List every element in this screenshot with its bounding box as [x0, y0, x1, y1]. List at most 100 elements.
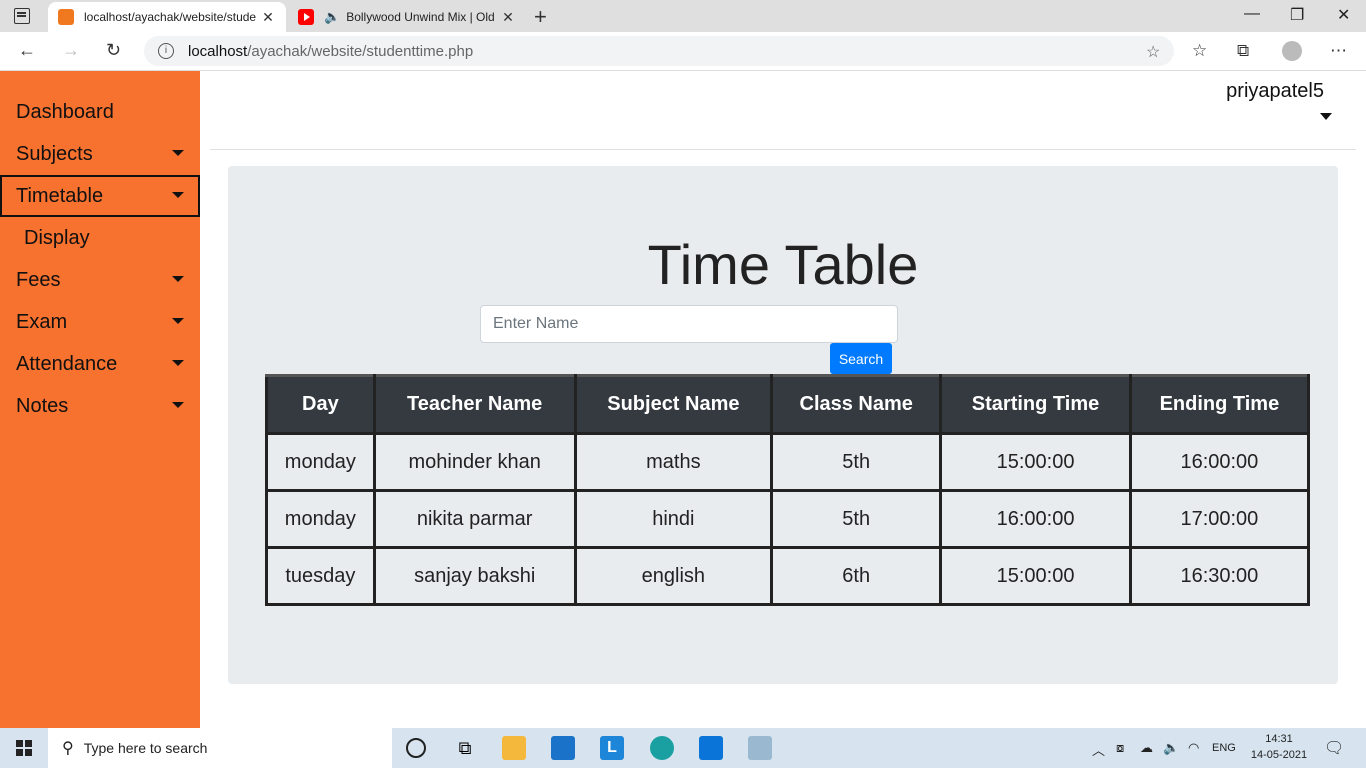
- task-view-icon[interactable]: ⧉: [453, 736, 477, 760]
- notepad-icon[interactable]: [748, 736, 772, 760]
- caret-down-icon: [172, 360, 184, 366]
- tab-actions-icon[interactable]: [14, 8, 30, 24]
- collections-icon[interactable]: ⧉: [1237, 41, 1249, 61]
- wifi-icon[interactable]: ◠: [1188, 740, 1199, 756]
- mail-icon[interactable]: [551, 736, 575, 760]
- table-cell: 5th: [770, 489, 943, 549]
- column-header: Starting Time: [939, 374, 1132, 435]
- user-dropdown-caret-icon[interactable]: [1320, 113, 1332, 120]
- forward-icon[interactable]: →: [62, 40, 80, 61]
- caret-down-icon: [172, 318, 184, 324]
- tab-close-icon[interactable]: ✕: [500, 9, 516, 26]
- sidebar-item-label: Subjects: [16, 143, 93, 165]
- table-cell: nikita parmar: [372, 489, 577, 549]
- cortana-icon[interactable]: [406, 738, 426, 758]
- notifications-icon[interactable]: 🗨: [1324, 738, 1344, 758]
- table-row: monday nikita parmar hindi 5th 16:00:00 …: [265, 489, 1311, 549]
- sidebar-item-fees[interactable]: Fees: [0, 259, 200, 301]
- url-field[interactable]: i localhost/ayachak/website/studenttime.…: [144, 36, 1174, 66]
- xampp-favicon-icon: [58, 9, 74, 25]
- sidebar-item-label: Attendance: [16, 353, 118, 375]
- app-blue-icon[interactable]: [699, 736, 723, 760]
- windows-taskbar: ⚲ Type here to search ⧉ L ︿ ⧇ ☁ 🔈 ◠ ENG …: [0, 728, 1366, 768]
- sidebar-item-notes[interactable]: Notes: [0, 385, 200, 427]
- table-cell: english: [573, 546, 774, 606]
- system-clock[interactable]: 14:31 14-05-2021: [1250, 731, 1308, 763]
- table-cell: mohinder khan: [372, 432, 577, 492]
- taskbar-search-placeholder: Type here to search: [83, 740, 208, 756]
- table-row: tuesday sanjay bakshi english 6th 15:00:…: [265, 546, 1311, 606]
- table-header-row: Day Teacher Name Subject Name Class Name…: [265, 374, 1311, 435]
- table-cell: 5th: [770, 432, 943, 492]
- sidebar-item-dashboard[interactable]: Dashboard: [0, 91, 200, 133]
- search-button[interactable]: Search: [830, 343, 892, 374]
- refresh-icon[interactable]: ↻: [106, 40, 121, 61]
- sidebar-item-label: Exam: [16, 311, 68, 333]
- sidebar-subitem-display[interactable]: Display: [0, 217, 200, 259]
- header-divider: [210, 149, 1356, 150]
- caret-down-icon: [172, 402, 184, 408]
- sidebar-item-label: Notes: [16, 395, 69, 417]
- tab-close-icon[interactable]: ✕: [260, 9, 276, 26]
- add-favorite-icon[interactable]: ☆: [1146, 42, 1160, 62]
- column-header: Class Name: [770, 374, 943, 435]
- info-icon[interactable]: i: [158, 43, 174, 59]
- url-host: localhost: [188, 42, 248, 60]
- youtube-favicon-icon: [298, 9, 314, 25]
- table-cell: 15:00:00: [939, 546, 1132, 606]
- caret-down-icon: [172, 276, 184, 282]
- table-cell: 16:30:00: [1128, 546, 1311, 606]
- table-cell: 6th: [770, 546, 943, 606]
- table-row: monday mohinder khan maths 5th 15:00:00 …: [265, 432, 1311, 492]
- taskbar-search-box[interactable]: ⚲ Type here to search: [48, 728, 392, 768]
- device-icon[interactable]: ⧇: [1116, 740, 1124, 756]
- profile-avatar[interactable]: [1282, 41, 1302, 61]
- onedrive-icon[interactable]: ☁: [1140, 740, 1153, 756]
- show-hidden-icons[interactable]: ︿: [1092, 740, 1105, 759]
- search-name-input[interactable]: [480, 305, 898, 343]
- restore-button[interactable]: ❐: [1290, 5, 1304, 25]
- column-header: Day: [265, 374, 376, 435]
- close-window-button[interactable]: ✕: [1337, 5, 1350, 25]
- sidebar-item-subjects[interactable]: Subjects: [0, 133, 200, 175]
- sidebar-item-label: Dashboard: [16, 101, 114, 123]
- column-header: Subject Name: [573, 374, 774, 435]
- language-indicator[interactable]: ENG: [1212, 742, 1236, 754]
- more-menu-icon[interactable]: ⋯: [1330, 41, 1347, 61]
- tab-youtube[interactable]: 🔈 Bollywood Unwind Mix | Old ✕: [288, 2, 526, 32]
- clock-time: 14:31: [1265, 733, 1293, 745]
- sidebar-item-label: Fees: [16, 269, 61, 291]
- app-l-icon[interactable]: L: [600, 736, 624, 760]
- table-cell: tuesday: [265, 546, 376, 606]
- tab-title: localhost/ayachak/website/stude: [84, 10, 257, 24]
- back-icon[interactable]: ←: [18, 40, 36, 61]
- favorites-icon[interactable]: ☆: [1192, 41, 1207, 61]
- speaker-icon[interactable]: 🔈: [324, 9, 340, 25]
- table-cell: 16:00:00: [939, 489, 1132, 549]
- volume-icon[interactable]: 🔈: [1163, 740, 1179, 756]
- address-bar-row: ← → ↻ i localhost/ayachak/website/studen…: [0, 32, 1366, 71]
- clock-date: 14-05-2021: [1250, 749, 1308, 761]
- table-cell: monday: [265, 489, 376, 549]
- new-tab-button[interactable]: +: [534, 4, 547, 30]
- sidebar-item-timetable[interactable]: Timetable: [0, 175, 200, 217]
- sidebar-item-attendance[interactable]: Attendance: [0, 343, 200, 385]
- tab-localhost[interactable]: localhost/ayachak/website/stude ✕: [48, 2, 286, 32]
- sidebar-item-exam[interactable]: Exam: [0, 301, 200, 343]
- timetable-table: Day Teacher Name Subject Name Class Name…: [265, 374, 1311, 606]
- sidebar: Dashboard Subjects Timetable Display Fee…: [0, 71, 200, 728]
- caret-down-icon: [172, 150, 184, 156]
- windows-start-icon[interactable]: [16, 740, 32, 756]
- sidebar-item-label: Display: [24, 227, 90, 249]
- file-explorer-icon[interactable]: [502, 736, 526, 760]
- table-cell: monday: [265, 432, 376, 492]
- user-menu-name[interactable]: priyapatel5: [1226, 80, 1324, 103]
- page-title: Time Table: [647, 233, 919, 296]
- caret-down-icon: [172, 192, 184, 198]
- browser-tab-bar: localhost/ayachak/website/stude ✕ 🔈 Boll…: [0, 0, 1366, 32]
- table-cell: 17:00:00: [1128, 489, 1311, 549]
- column-header: Ending Time: [1128, 374, 1311, 435]
- minimize-button[interactable]: —: [1244, 5, 1260, 23]
- url-path: /ayachak/website/studenttime.php: [247, 42, 474, 60]
- edge-browser-icon[interactable]: [650, 736, 674, 760]
